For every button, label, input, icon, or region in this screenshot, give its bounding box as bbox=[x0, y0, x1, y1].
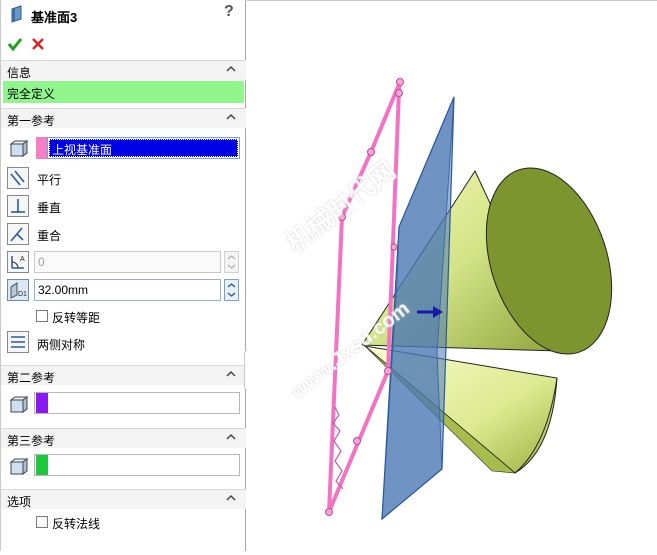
second-ref-selection-box[interactable] bbox=[34, 392, 240, 414]
graphics-area[interactable]: 机械时代网 www.Jxsd.com bbox=[247, 0, 657, 551]
options-heading: 选项 bbox=[7, 495, 32, 509]
chevron-up-icon bbox=[226, 494, 236, 501]
chevron-up-icon bbox=[226, 65, 236, 72]
third-ref-swatch bbox=[36, 455, 48, 475]
help-button[interactable]: ? bbox=[224, 3, 234, 21]
cancel-button[interactable] bbox=[31, 37, 45, 51]
angle-button[interactable]: A bbox=[7, 251, 29, 273]
status-text: 完全定义 bbox=[7, 87, 56, 101]
perpendicular-icon bbox=[11, 199, 25, 213]
options-section-header[interactable]: 选项 bbox=[1, 489, 246, 509]
feature-title: 基准面3 bbox=[31, 10, 78, 25]
second-ref-swatch bbox=[36, 393, 48, 413]
info-section-header[interactable]: 信息 bbox=[1, 60, 246, 80]
check-icon bbox=[7, 38, 23, 52]
perpendicular-label: 垂直 bbox=[37, 201, 62, 215]
coincident-button[interactable] bbox=[7, 223, 29, 245]
reference-entity-icon bbox=[7, 457, 29, 479]
reference-entity-icon bbox=[7, 395, 29, 417]
first-ref-swatch bbox=[36, 137, 47, 159]
first-ref-section-header[interactable]: 第一参考 bbox=[1, 108, 246, 128]
flip-normal-checkbox[interactable] bbox=[36, 516, 48, 528]
svg-text:A: A bbox=[20, 256, 25, 263]
distance-input[interactable]: 32.00mm bbox=[34, 279, 221, 301]
parallel-button[interactable] bbox=[7, 167, 29, 189]
first-ref-heading: 第一参考 bbox=[7, 114, 56, 128]
svg-text:D1: D1 bbox=[18, 291, 27, 298]
second-ref-section-header[interactable]: 第二参考 bbox=[1, 365, 246, 385]
mid-plane-icon bbox=[11, 336, 25, 348]
chevron-up-icon bbox=[226, 370, 236, 377]
angle-value: 0 bbox=[38, 255, 45, 269]
mid-plane-label: 两侧对称 bbox=[37, 338, 86, 352]
spinner-arrows-icon bbox=[227, 283, 236, 297]
status-message: 完全定义 bbox=[3, 81, 244, 103]
reference-entity-icon bbox=[7, 139, 29, 161]
chevron-up-icon bbox=[226, 433, 236, 440]
parallel-label: 平行 bbox=[37, 173, 62, 187]
first-ref-selection-box[interactable]: 上视基准面 bbox=[47, 137, 240, 159]
ok-button[interactable] bbox=[7, 36, 23, 52]
distance-value: 32.00mm bbox=[38, 283, 89, 297]
third-ref-selection-box[interactable] bbox=[34, 454, 240, 476]
spinner-arrows-icon bbox=[227, 255, 236, 269]
third-ref-section-header[interactable]: 第三参考 bbox=[1, 428, 246, 448]
angle-icon: A bbox=[11, 256, 25, 269]
flip-offset-checkbox[interactable] bbox=[36, 310, 48, 322]
mid-plane-button[interactable] bbox=[7, 331, 29, 353]
angle-input[interactable]: 0 bbox=[34, 251, 221, 273]
info-heading: 信息 bbox=[7, 66, 32, 80]
model-graphics bbox=[325, 78, 613, 521]
coincident-label: 重合 bbox=[37, 229, 62, 243]
parallel-icon bbox=[10, 170, 25, 186]
close-icon bbox=[32, 38, 44, 50]
first-ref-selection-text: 上视基准面 bbox=[52, 143, 113, 157]
second-ref-heading: 第二参考 bbox=[7, 371, 56, 385]
property-manager-panel: 基准面3 ? 信息 完全定义 第一参考 上视基准面 平行 垂直 重合 A 0 D… bbox=[0, 0, 246, 551]
first-ref-selected-item[interactable]: 上视基准面 bbox=[49, 139, 238, 157]
plane-feature-icon bbox=[9, 5, 25, 23]
offset-distance-button[interactable]: D1 bbox=[7, 279, 29, 301]
perpendicular-button[interactable] bbox=[7, 195, 29, 217]
flip-normal-label: 反转法线 bbox=[52, 517, 101, 531]
angle-spinner[interactable] bbox=[224, 251, 239, 273]
distance-spinner[interactable] bbox=[224, 279, 239, 301]
third-ref-heading: 第三参考 bbox=[7, 434, 56, 448]
offset-distance-icon: D1 bbox=[10, 282, 27, 299]
coincident-icon bbox=[10, 227, 24, 242]
flip-offset-label: 反转等距 bbox=[52, 311, 101, 325]
chevron-up-icon bbox=[226, 113, 236, 120]
